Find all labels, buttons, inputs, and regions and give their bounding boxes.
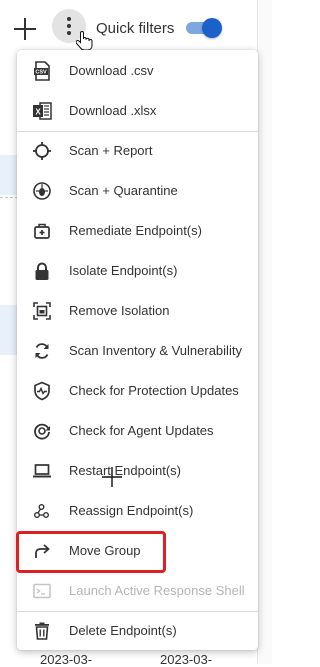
background-row-highlight — [0, 155, 18, 195]
menu-item-remove-isolation[interactable]: Remove Isolation — [17, 291, 258, 331]
hand-cursor-icon — [76, 30, 93, 51]
menu-item-remediate-endpoints[interactable]: Remediate Endpoint(s) — [17, 211, 258, 251]
menu-item-label: Check for Protection Updates — [69, 383, 239, 398]
remove-isolation-icon — [33, 302, 51, 320]
svg-text:X: X — [35, 108, 41, 117]
excel-file-icon: X — [33, 102, 52, 120]
background-page-right — [257, 0, 272, 664]
bug-icon — [33, 182, 51, 200]
crosshair-cursor-icon — [102, 467, 122, 487]
move-group-highlight — [16, 531, 166, 573]
kebab-dot — [67, 24, 71, 28]
menu-item-scan-report[interactable]: Scan + Report — [17, 131, 258, 171]
menu-item-scan-quarantine[interactable]: Scan + Quarantine — [17, 171, 258, 211]
refresh-icon — [35, 343, 49, 359]
menu-item-check-protection-updates[interactable]: Check for Protection Updates — [17, 371, 258, 411]
menu-item-delete-endpoints[interactable]: Delete Endpoint(s) — [17, 611, 258, 651]
menu-item-launch-active-response-shell: Launch Active Response Shell — [17, 571, 258, 611]
trash-icon — [35, 622, 49, 640]
menu-item-check-agent-updates[interactable]: Check for Agent Updates — [17, 411, 258, 451]
menu-item-label: Restart Endpoint(s) — [69, 463, 181, 478]
menu-item-label: Remove Isolation — [69, 303, 170, 318]
menu-item-label: Scan + Report — [69, 143, 153, 158]
menu-item-label: Delete Endpoint(s) — [69, 623, 177, 638]
kebab-dot — [67, 31, 71, 35]
first-aid-kit-icon — [34, 223, 50, 239]
csv-file-icon: CSV — [34, 61, 50, 81]
menu-item-label: Launch Active Response Shell — [69, 583, 245, 598]
kebab-dot — [67, 17, 71, 21]
menu-item-isolate-endpoints[interactable]: Isolate Endpoint(s) — [17, 251, 258, 291]
menu-item-label: Download .csv — [69, 63, 154, 78]
background-date-2: 2023-03- — [160, 652, 213, 667]
lock-icon — [35, 262, 49, 280]
menu-item-download-xlsx[interactable]: X Download .xlsx — [17, 91, 258, 131]
reassign-icon — [34, 504, 49, 518]
shield-pulse-icon — [34, 381, 50, 401]
menu-item-label: Check for Agent Updates — [69, 423, 214, 438]
add-button[interactable] — [12, 16, 38, 42]
crosshair-icon — [33, 142, 51, 160]
menu-item-label: Scan + Quarantine — [69, 183, 178, 198]
background-divider — [0, 197, 18, 198]
quick-filters-toggle[interactable] — [186, 18, 222, 38]
menu-item-restart-endpoints[interactable]: Restart Endpoint(s) — [17, 451, 258, 491]
menu-item-label: Scan Inventory & Vulnerability — [69, 343, 242, 358]
menu-item-reassign-endpoints[interactable]: Reassign Endpoint(s) — [17, 491, 258, 531]
agent-update-icon — [34, 423, 50, 440]
background-row-selected — [0, 305, 18, 355]
terminal-icon — [33, 583, 51, 599]
toggle-thumb — [202, 18, 222, 38]
laptop-icon — [33, 464, 51, 478]
menu-item-download-csv[interactable]: CSV Download .csv — [17, 51, 258, 91]
menu-item-label: Remediate Endpoint(s) — [69, 223, 202, 238]
svg-text:CSV: CSV — [35, 70, 47, 76]
quick-filters-label: Quick filters — [96, 20, 175, 37]
menu-item-label: Download .xlsx — [69, 103, 157, 118]
menu-item-scan-inventory[interactable]: Scan Inventory & Vulnerability — [17, 331, 258, 371]
background-date-1: 2023-03- — [40, 652, 93, 667]
toolbar: Quick filters — [0, 0, 272, 51]
menu-item-label: Reassign Endpoint(s) — [69, 503, 194, 518]
menu-item-label: Isolate Endpoint(s) — [69, 263, 178, 278]
